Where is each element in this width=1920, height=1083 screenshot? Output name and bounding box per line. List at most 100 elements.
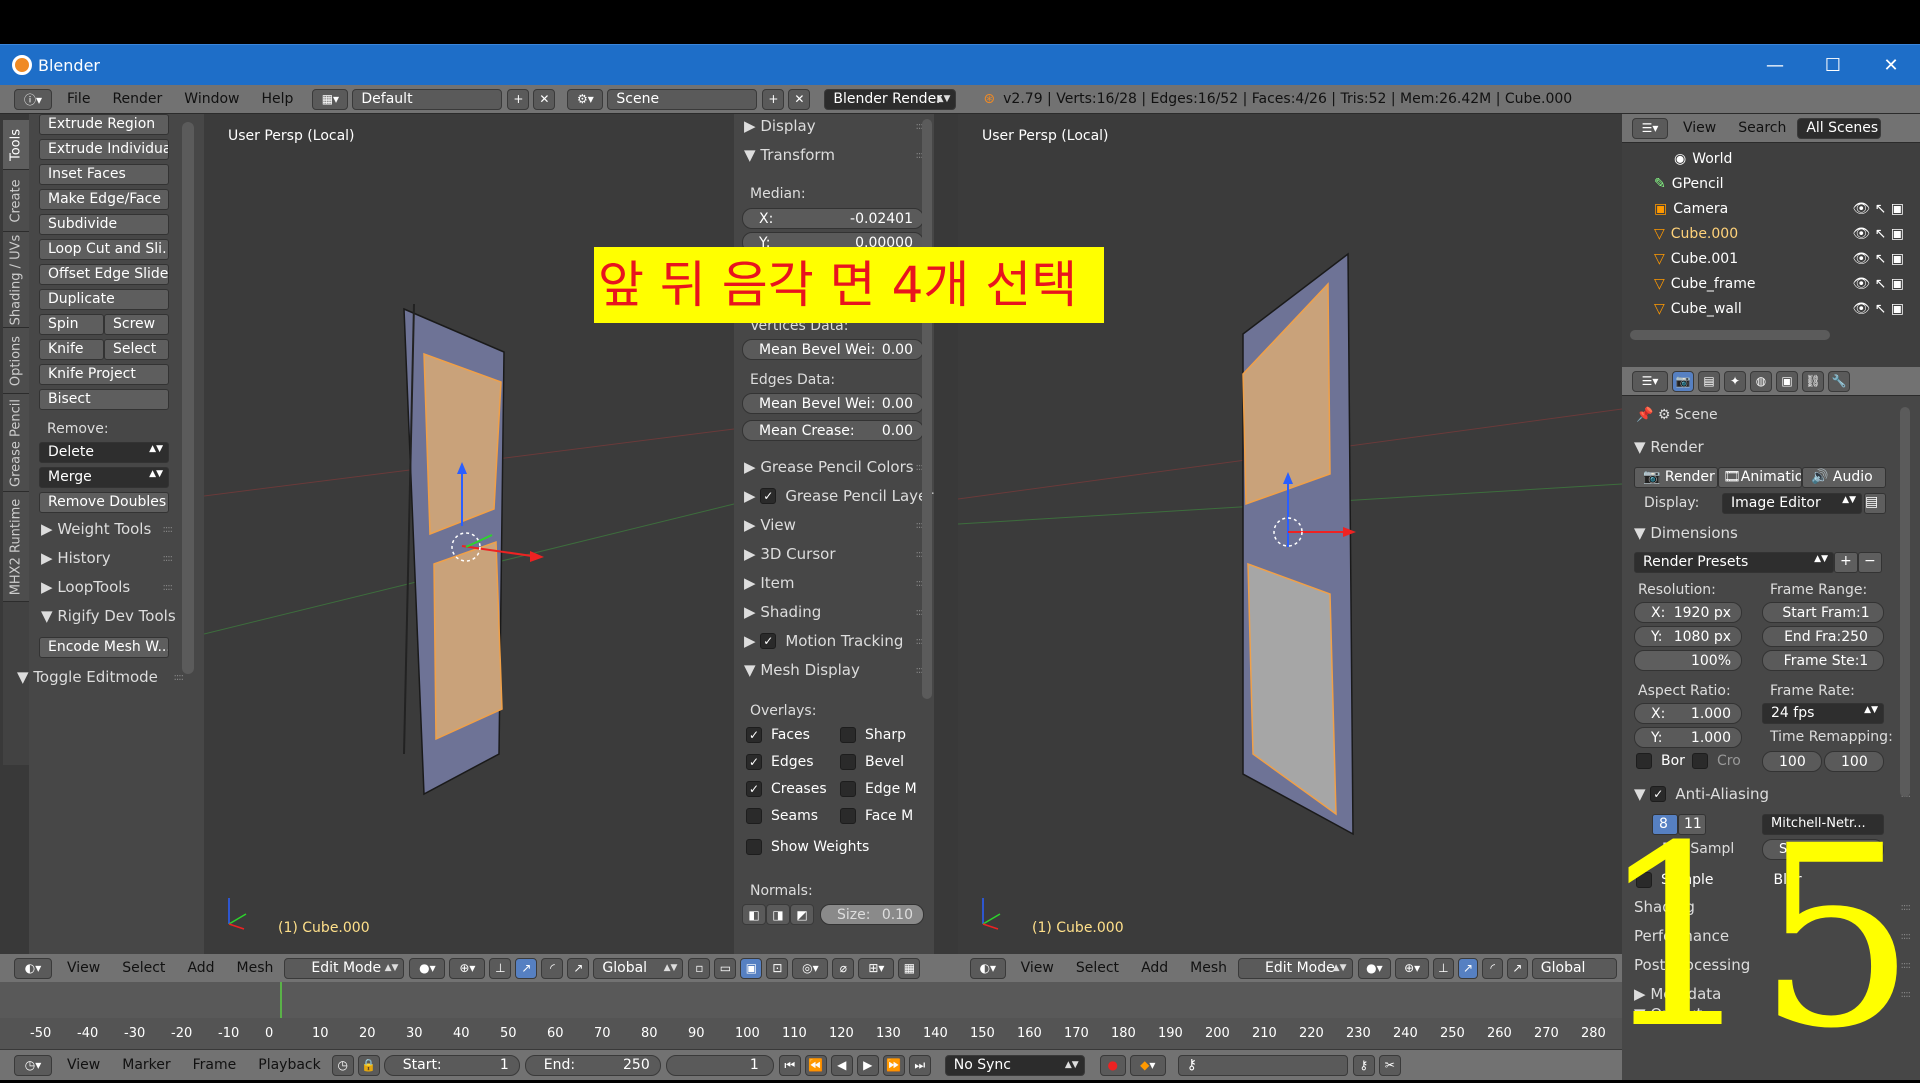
vertex-select-icon[interactable]: ▫ bbox=[688, 957, 711, 979]
view3d-right-editor-icon[interactable]: ◐▾ bbox=[970, 957, 1006, 979]
tool-shelf-scrollbar[interactable] bbox=[182, 122, 194, 674]
right-translate-manipulator-icon[interactable]: ↗ bbox=[1457, 957, 1479, 979]
history-panel[interactable]: ▶ History:::: bbox=[41, 546, 176, 570]
transform-orientation-dropdown[interactable]: Global ▲▼ bbox=[593, 957, 684, 979]
outliner-row-cube001[interactable]: ▽ Cube.001 👁 ↖ ▣ bbox=[1622, 246, 1912, 271]
remove-layout-icon[interactable]: ✕ bbox=[533, 88, 556, 110]
rigify-dev-tools-panel[interactable]: ▼ Rigify Dev Tools bbox=[41, 604, 176, 628]
overlay-bevel-checkbox[interactable]: Bevel bbox=[840, 754, 904, 770]
rotate-manipulator-icon[interactable]: ◜ bbox=[541, 957, 564, 979]
timeline-menu-frame[interactable]: Frame bbox=[182, 1057, 248, 1073]
n-panel-scrollbar[interactable] bbox=[922, 119, 932, 699]
gp-layer-checkbox[interactable]: ✓ bbox=[760, 488, 777, 504]
item-panel[interactable]: ▶ Item:::: bbox=[744, 571, 929, 595]
timeline-editor-icon[interactable]: ◷▾ bbox=[14, 1054, 52, 1076]
timeline-menu-view[interactable]: View bbox=[56, 1057, 111, 1073]
right-scale-manipulator-icon[interactable]: ↗ bbox=[1507, 957, 1528, 979]
remap-old-field[interactable]: 100 bbox=[1762, 751, 1822, 772]
aspect-x-field[interactable]: X: 1.000 bbox=[1634, 703, 1742, 724]
loop-cut-button[interactable]: Loop Cut and Sli... bbox=[39, 239, 169, 260]
inset-faces-button[interactable]: Inset Faces bbox=[39, 164, 169, 185]
render-view-icon[interactable]: ▦ bbox=[898, 957, 921, 979]
toggle-editmode-panel[interactable]: ▼ Toggle Editmode:::: bbox=[17, 665, 187, 689]
gp-layer-panel[interactable]: ▶ ✓ Grease Pencil Layer bbox=[744, 484, 933, 508]
add-layout-icon[interactable]: + bbox=[507, 88, 530, 110]
3d-cursor-panel[interactable]: ▶ 3D Cursor:::: bbox=[744, 542, 929, 566]
outliner-row-camera[interactable]: ▣ Camera 👁 ↖ ▣ bbox=[1622, 196, 1912, 221]
play-reverse-icon[interactable]: ◀ bbox=[830, 1054, 853, 1076]
cube000-visibility-icons[interactable]: 👁 ↖ ▣ bbox=[1852, 226, 1904, 242]
edge-select-icon[interactable]: ▭ bbox=[714, 957, 737, 979]
right-shading-mode-icon[interactable]: ●▾ bbox=[1357, 957, 1392, 979]
face-select-icon[interactable]: ▣ bbox=[740, 957, 763, 979]
viewport-right[interactable]: User Persp (Local) (1) Cube.000 bbox=[958, 114, 1622, 954]
show-weights-checkbox[interactable]: Show Weights bbox=[746, 839, 869, 855]
right-manipulator-icon[interactable]: ⊥ bbox=[1433, 957, 1454, 979]
mean-bevel-edge-field[interactable]: Mean Bevel Wei: 0.00 bbox=[742, 393, 924, 414]
start-frame-field[interactable]: Start: 1 bbox=[383, 1054, 520, 1076]
cube-wall-visibility-icons[interactable]: 👁 ↖ ▣ bbox=[1852, 301, 1904, 317]
view3d-menu-add[interactable]: Add bbox=[176, 960, 225, 976]
cube001-visibility-icons[interactable]: 👁 ↖ ▣ bbox=[1852, 251, 1904, 267]
current-frame-line[interactable] bbox=[280, 982, 282, 1018]
scene-context-icon[interactable]: ✦ bbox=[1724, 370, 1746, 392]
edge-normals-icon[interactable]: ◨ bbox=[766, 904, 790, 925]
frame-end-field[interactable]: End Fra:250 bbox=[1762, 626, 1884, 647]
outliner-row-cube000[interactable]: ▽ Cube.000 👁 ↖ ▣ bbox=[1622, 221, 1912, 246]
overlay-creases-checkbox[interactable]: ✓ Creases bbox=[746, 781, 827, 797]
manipulator-icon[interactable]: ⊥ bbox=[489, 957, 512, 979]
scale-manipulator-icon[interactable]: ↗ bbox=[567, 957, 590, 979]
menu-file[interactable]: File bbox=[56, 91, 101, 107]
weight-tools-panel[interactable]: ▶ Weight Tools:::: bbox=[41, 517, 176, 541]
delete-dropdown[interactable]: Delete ▲▼ bbox=[39, 442, 169, 463]
shading-mode-icon[interactable]: ●▾ bbox=[409, 957, 446, 979]
editor-type-info-icon[interactable]: ⓘ▾ bbox=[14, 88, 52, 110]
extrude-individual-button[interactable]: Extrude Individual bbox=[39, 139, 169, 160]
lock-icon[interactable]: 🔒 bbox=[357, 1054, 380, 1076]
view3d-menu-mesh[interactable]: Mesh bbox=[226, 960, 285, 976]
render-presets-dropdown[interactable]: Render Presets ▲▼ bbox=[1634, 552, 1834, 573]
resolution-y-field[interactable]: Y: 1080 px bbox=[1634, 626, 1742, 647]
vertex-normals-icon[interactable]: ◧ bbox=[742, 904, 766, 925]
spin-button[interactable]: Spin bbox=[39, 314, 104, 335]
outliner-row-world[interactable]: ◉ World bbox=[1622, 146, 1912, 171]
translate-manipulator-icon[interactable]: ↗ bbox=[515, 957, 538, 979]
duplicate-button[interactable]: Duplicate bbox=[39, 289, 169, 310]
menu-render[interactable]: Render bbox=[101, 91, 173, 107]
preview-range-icon[interactable]: ◷ bbox=[331, 1054, 354, 1076]
transform-panel[interactable]: ▼ Transform:::: bbox=[744, 143, 929, 167]
overlay-edges-checkbox[interactable]: ✓ Edges bbox=[746, 754, 814, 770]
scene-dropdown[interactable]: Scene bbox=[607, 88, 758, 110]
extrude-region-button[interactable]: Extrude Region bbox=[39, 114, 169, 135]
display-lock-icon[interactable]: ▤ bbox=[1864, 493, 1886, 514]
jump-start-icon[interactable]: ⏮ bbox=[778, 1054, 801, 1076]
offset-edge-slide-button[interactable]: Offset Edge Slide bbox=[39, 264, 169, 285]
screw-button[interactable]: Screw bbox=[104, 314, 169, 335]
bisect-button[interactable]: Bisect bbox=[39, 389, 169, 410]
overlay-faces-checkbox[interactable]: ✓ Faces bbox=[746, 727, 810, 743]
remove-preset-icon[interactable]: − bbox=[1858, 552, 1882, 573]
tab-tools[interactable]: Tools bbox=[3, 120, 29, 170]
looptools-panel[interactable]: ▶ LoopTools:::: bbox=[41, 575, 176, 599]
jump-end-icon[interactable]: ⏭ bbox=[908, 1054, 931, 1076]
close-button[interactable]: ✕ bbox=[1862, 45, 1920, 85]
pivot-point-icon[interactable]: ⊕▾ bbox=[449, 957, 486, 979]
object-context-icon[interactable]: ▣ bbox=[1776, 370, 1798, 392]
shading-panel[interactable]: ▶ Shading:::: bbox=[744, 600, 929, 624]
minimize-button[interactable]: — bbox=[1746, 45, 1804, 85]
merge-dropdown[interactable]: Merge ▲▼ bbox=[39, 467, 169, 488]
tab-grease-pencil[interactable]: Grease Pencil bbox=[3, 394, 29, 492]
end-frame-field[interactable]: End: 250 bbox=[524, 1054, 661, 1076]
snap-icon[interactable]: ⌀ bbox=[832, 957, 855, 979]
remove-doubles-button[interactable]: Remove Doubles bbox=[39, 492, 169, 513]
normals-size-field[interactable]: Size: 0.10 bbox=[820, 904, 924, 925]
right-rotate-manipulator-icon[interactable]: ◜ bbox=[1482, 957, 1504, 979]
render-image-button[interactable]: 📷 Render bbox=[1634, 467, 1718, 488]
encode-mesh-button[interactable]: Encode Mesh W... bbox=[39, 637, 169, 658]
knife-select-button[interactable]: Select bbox=[104, 339, 169, 360]
render-context-icon[interactable]: 📷 bbox=[1672, 370, 1694, 392]
motion-tracking-panel[interactable]: ▶ ✓ Motion Tracking:::: bbox=[744, 629, 929, 653]
display-panel[interactable]: ▶ Display:::: bbox=[744, 114, 929, 138]
screen-layout-dropdown[interactable]: Default bbox=[352, 88, 503, 110]
resolution-percentage-field[interactable]: 100% bbox=[1634, 650, 1742, 671]
